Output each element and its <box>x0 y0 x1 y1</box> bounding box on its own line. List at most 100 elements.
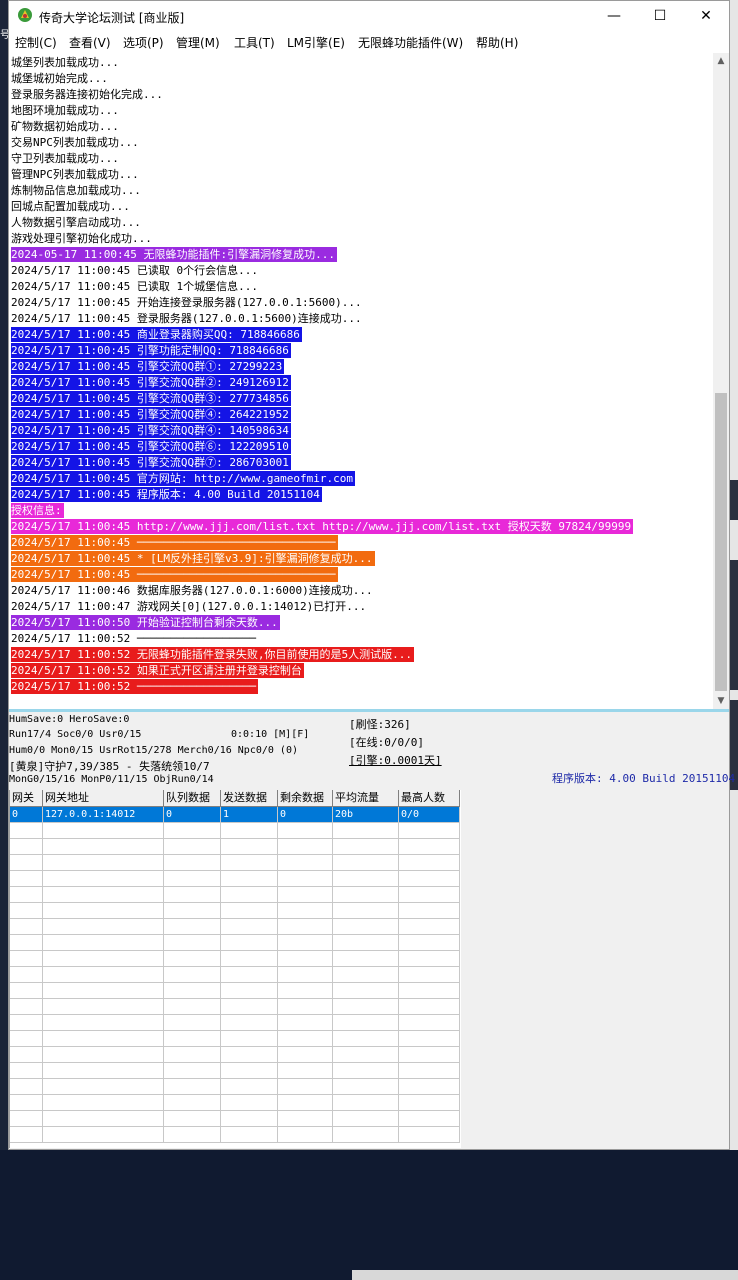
empty-cell[interactable] <box>43 1047 164 1063</box>
empty-cell[interactable] <box>278 1111 333 1127</box>
empty-cell[interactable] <box>221 1015 278 1031</box>
menu-options[interactable]: 选项(P) <box>123 34 164 51</box>
empty-cell[interactable] <box>221 887 278 903</box>
empty-cell[interactable] <box>10 999 43 1015</box>
empty-cell[interactable] <box>278 967 333 983</box>
empty-cell[interactable] <box>221 839 278 855</box>
table-cell[interactable]: 0 <box>164 807 221 823</box>
title-bar[interactable]: 传奇大学论坛测试 [商业版] — ☐ ✕ <box>9 1 729 31</box>
empty-cell[interactable] <box>278 823 333 839</box>
empty-cell[interactable] <box>43 855 164 871</box>
empty-cell[interactable] <box>399 1063 460 1079</box>
empty-cell[interactable] <box>333 1031 399 1047</box>
empty-cell[interactable] <box>43 1063 164 1079</box>
empty-cell[interactable] <box>164 1095 221 1111</box>
empty-cell[interactable] <box>278 1127 333 1143</box>
empty-cell[interactable] <box>221 983 278 999</box>
empty-cell[interactable] <box>43 967 164 983</box>
empty-cell[interactable] <box>399 1079 460 1095</box>
empty-cell[interactable] <box>43 887 164 903</box>
empty-cell[interactable] <box>333 1095 399 1111</box>
empty-cell[interactable] <box>278 887 333 903</box>
column-header[interactable]: 平均流量 <box>333 790 399 807</box>
empty-cell[interactable] <box>399 951 460 967</box>
empty-cell[interactable] <box>333 935 399 951</box>
empty-cell[interactable] <box>399 1127 460 1143</box>
empty-cell[interactable] <box>278 871 333 887</box>
column-header[interactable]: 网关 <box>10 790 43 807</box>
empty-cell[interactable] <box>333 967 399 983</box>
empty-cell[interactable] <box>278 903 333 919</box>
empty-cell[interactable] <box>10 919 43 935</box>
empty-cell[interactable] <box>399 887 460 903</box>
menu-plugin[interactable]: 无限蜂功能插件(W) <box>358 34 463 51</box>
empty-cell[interactable] <box>278 1079 333 1095</box>
empty-cell[interactable] <box>278 999 333 1015</box>
empty-cell[interactable] <box>43 1015 164 1031</box>
empty-cell[interactable] <box>399 999 460 1015</box>
empty-cell[interactable] <box>333 1127 399 1143</box>
empty-cell[interactable] <box>333 999 399 1015</box>
empty-cell[interactable] <box>164 839 221 855</box>
table-cell[interactable]: 0 <box>10 807 43 823</box>
empty-cell[interactable] <box>278 839 333 855</box>
empty-cell[interactable] <box>333 1047 399 1063</box>
empty-cell[interactable] <box>10 887 43 903</box>
empty-cell[interactable] <box>278 1063 333 1079</box>
empty-cell[interactable] <box>221 1111 278 1127</box>
empty-cell[interactable] <box>43 1127 164 1143</box>
menu-control[interactable]: 控制(C) <box>15 34 57 51</box>
empty-cell[interactable] <box>43 983 164 999</box>
empty-cell[interactable] <box>43 919 164 935</box>
empty-cell[interactable] <box>43 1079 164 1095</box>
empty-cell[interactable] <box>278 983 333 999</box>
empty-cell[interactable] <box>164 1031 221 1047</box>
empty-cell[interactable] <box>399 823 460 839</box>
empty-cell[interactable] <box>10 1079 43 1095</box>
column-header[interactable]: 发送数据 <box>221 790 278 807</box>
scroll-thumb[interactable] <box>715 393 727 691</box>
empty-cell[interactable] <box>333 1015 399 1031</box>
column-header[interactable]: 网关地址 <box>43 790 164 807</box>
column-header[interactable]: 队列数据 <box>164 790 221 807</box>
empty-cell[interactable] <box>164 887 221 903</box>
empty-cell[interactable] <box>333 903 399 919</box>
table-cell[interactable]: 0 <box>278 807 333 823</box>
empty-cell[interactable] <box>399 1031 460 1047</box>
empty-cell[interactable] <box>221 1047 278 1063</box>
empty-cell[interactable] <box>399 1015 460 1031</box>
empty-cell[interactable] <box>221 1079 278 1095</box>
empty-cell[interactable] <box>221 951 278 967</box>
empty-cell[interactable] <box>43 823 164 839</box>
empty-cell[interactable] <box>333 839 399 855</box>
empty-cell[interactable] <box>164 903 221 919</box>
empty-cell[interactable] <box>10 823 43 839</box>
empty-cell[interactable] <box>10 855 43 871</box>
empty-cell[interactable] <box>43 1095 164 1111</box>
empty-cell[interactable] <box>333 983 399 999</box>
empty-cell[interactable] <box>221 823 278 839</box>
empty-cell[interactable] <box>333 1063 399 1079</box>
empty-cell[interactable] <box>164 823 221 839</box>
empty-cell[interactable] <box>10 935 43 951</box>
menu-lm-engine[interactable]: LM引擎(E) <box>287 34 345 51</box>
empty-cell[interactable] <box>164 855 221 871</box>
empty-cell[interactable] <box>278 1015 333 1031</box>
empty-cell[interactable] <box>278 951 333 967</box>
status-engine-days[interactable]: [引擎:0.0001天] <box>349 752 442 768</box>
empty-cell[interactable] <box>278 919 333 935</box>
empty-cell[interactable] <box>399 919 460 935</box>
empty-cell[interactable] <box>221 999 278 1015</box>
empty-cell[interactable] <box>221 855 278 871</box>
table-cell[interactable]: 127.0.0.1:14012 <box>43 807 164 823</box>
empty-cell[interactable] <box>399 983 460 999</box>
empty-cell[interactable] <box>43 1031 164 1047</box>
empty-cell[interactable] <box>221 903 278 919</box>
empty-cell[interactable] <box>333 951 399 967</box>
empty-cell[interactable] <box>221 967 278 983</box>
empty-cell[interactable] <box>43 839 164 855</box>
empty-cell[interactable] <box>10 967 43 983</box>
empty-cell[interactable] <box>399 935 460 951</box>
empty-cell[interactable] <box>221 1031 278 1047</box>
empty-cell[interactable] <box>221 919 278 935</box>
